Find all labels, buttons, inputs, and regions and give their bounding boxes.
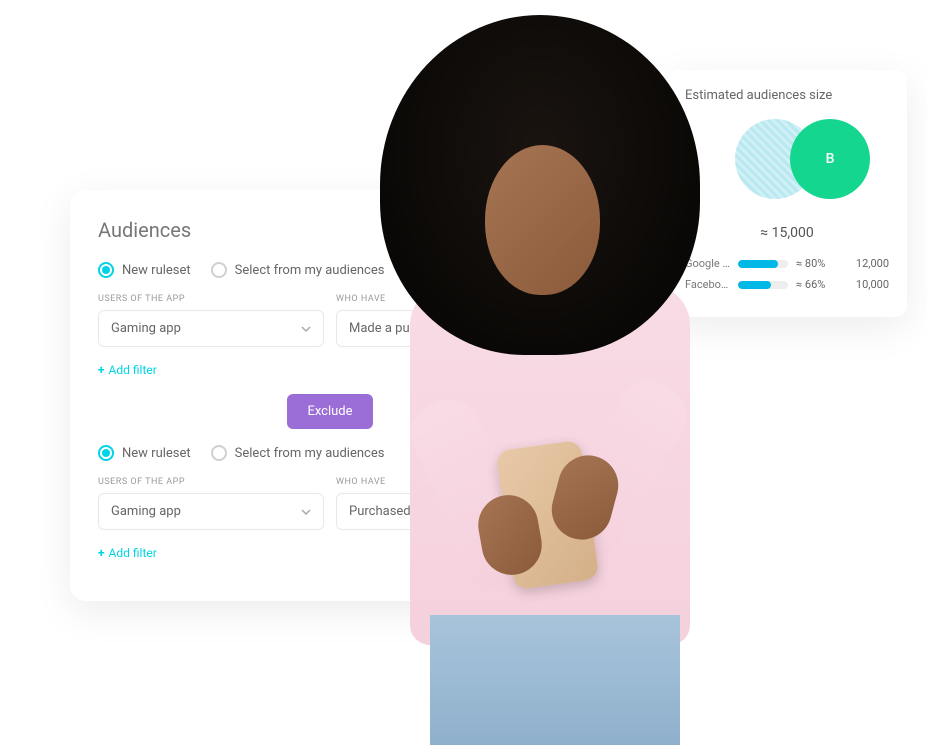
radio-label: New ruleset: [122, 446, 191, 461]
select-value: Gaming app: [111, 321, 181, 336]
radio-icon: [98, 262, 114, 278]
plus-icon: +: [98, 546, 105, 560]
venn-circle-b: B: [790, 119, 870, 199]
radio-icon: [211, 262, 227, 278]
plus-icon: +: [98, 363, 105, 377]
est-val: 12,000: [844, 257, 889, 270]
radio-new-ruleset[interactable]: New ruleset: [98, 262, 191, 278]
est-val: 10,000: [844, 278, 889, 291]
filter-label: USERS OF THE APP: [98, 477, 324, 487]
add-filter-label: Add filter: [109, 546, 157, 560]
select-app[interactable]: Gaming app: [98, 493, 324, 530]
est-pct: ≈ 66%: [796, 278, 836, 291]
filter-label: USERS OF THE APP: [98, 294, 324, 304]
radio-icon: [98, 445, 114, 461]
select-app[interactable]: Gaming app: [98, 310, 324, 347]
add-filter-link[interactable]: + Add filter: [98, 546, 157, 560]
filter-users-app: USERS OF THE APP Gaming app: [98, 477, 324, 530]
radio-new-ruleset[interactable]: New ruleset: [98, 445, 191, 461]
chevron-down-icon: [301, 509, 311, 515]
radio-icon: [211, 445, 227, 461]
select-value: Gaming app: [111, 504, 181, 519]
est-pct: ≈ 80%: [796, 257, 836, 270]
add-filter-link[interactable]: + Add filter: [98, 363, 157, 377]
chevron-down-icon: [301, 326, 311, 332]
person-photo: [330, 15, 750, 730]
filter-users-app: USERS OF THE APP Gaming app: [98, 294, 324, 347]
add-filter-label: Add filter: [109, 363, 157, 377]
radio-label: New ruleset: [122, 263, 191, 278]
